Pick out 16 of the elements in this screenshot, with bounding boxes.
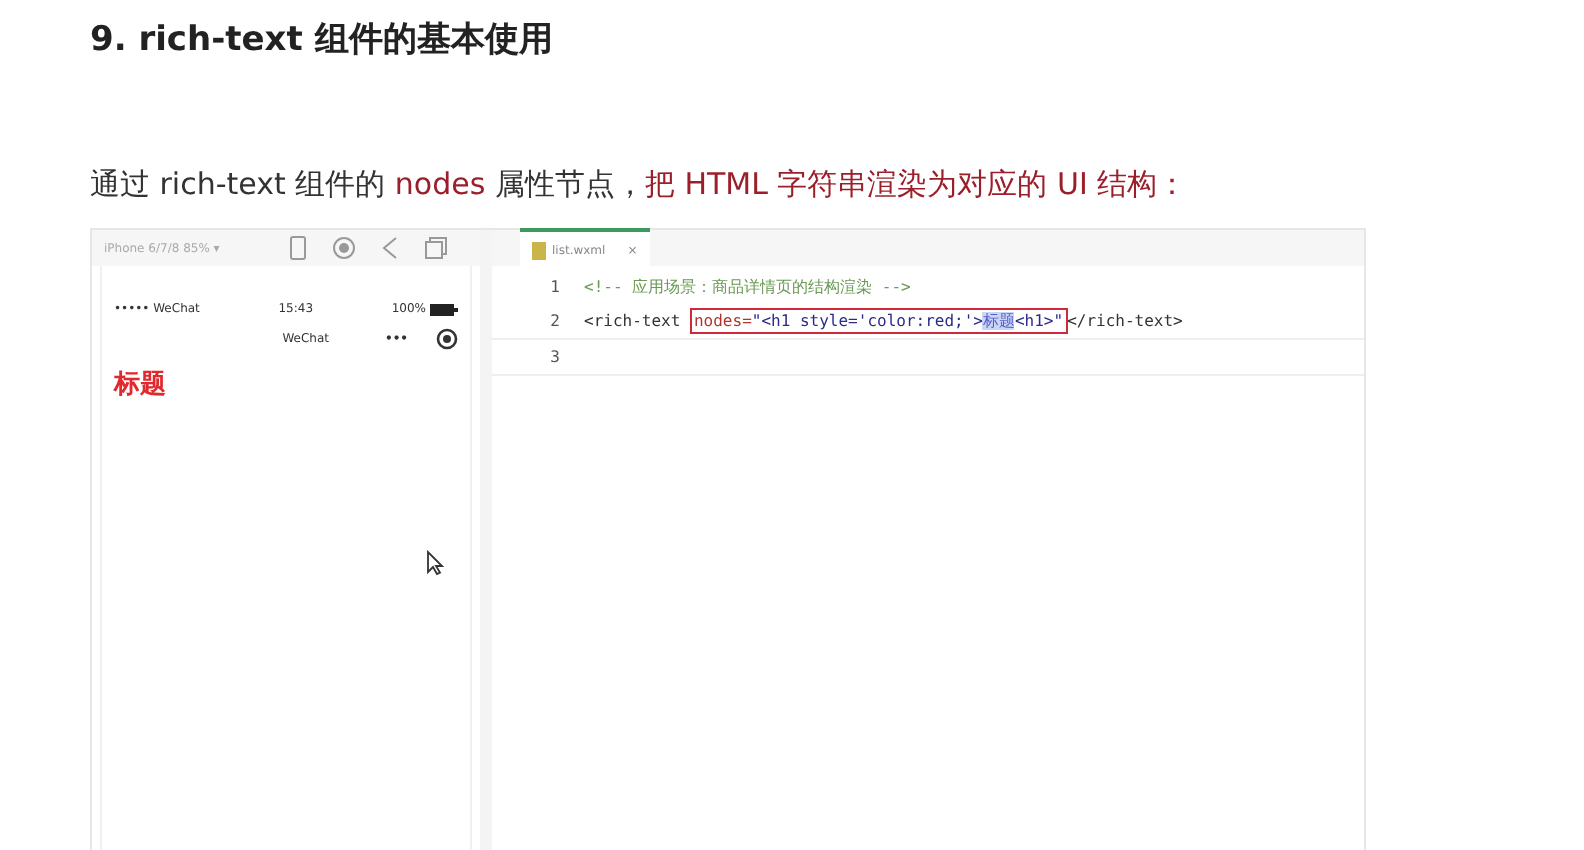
file-icon [532, 241, 546, 259]
code-text: <!-- 应用场景：商品详情页的结构渲染 --> [584, 278, 911, 296]
windows-icon[interactable] [423, 236, 448, 260]
slide-heading: 9. rich-text 组件的基本使用 [90, 18, 555, 62]
line-number: 2 [548, 312, 562, 330]
phone-icon[interactable] [287, 236, 308, 260]
intro-sentence: 通过 rich-text 组件的 nodes 属性节点，把 HTML 字符串渲染为对应的 UI 结构： [90, 166, 1190, 204]
battery-icon [429, 303, 458, 315]
code-text: <rich-text [584, 312, 683, 330]
line-number: 3 [548, 348, 562, 366]
page-title: 标题 [114, 368, 168, 402]
line-number: 1 [548, 278, 562, 296]
record-icon[interactable] [331, 236, 356, 260]
highlight-frame: nodes="<h1 style='color:red;'>标题<h1>" [689, 308, 1068, 334]
code-text: </rich-text> [1067, 312, 1183, 330]
mouse-pointer-icon [426, 550, 444, 576]
